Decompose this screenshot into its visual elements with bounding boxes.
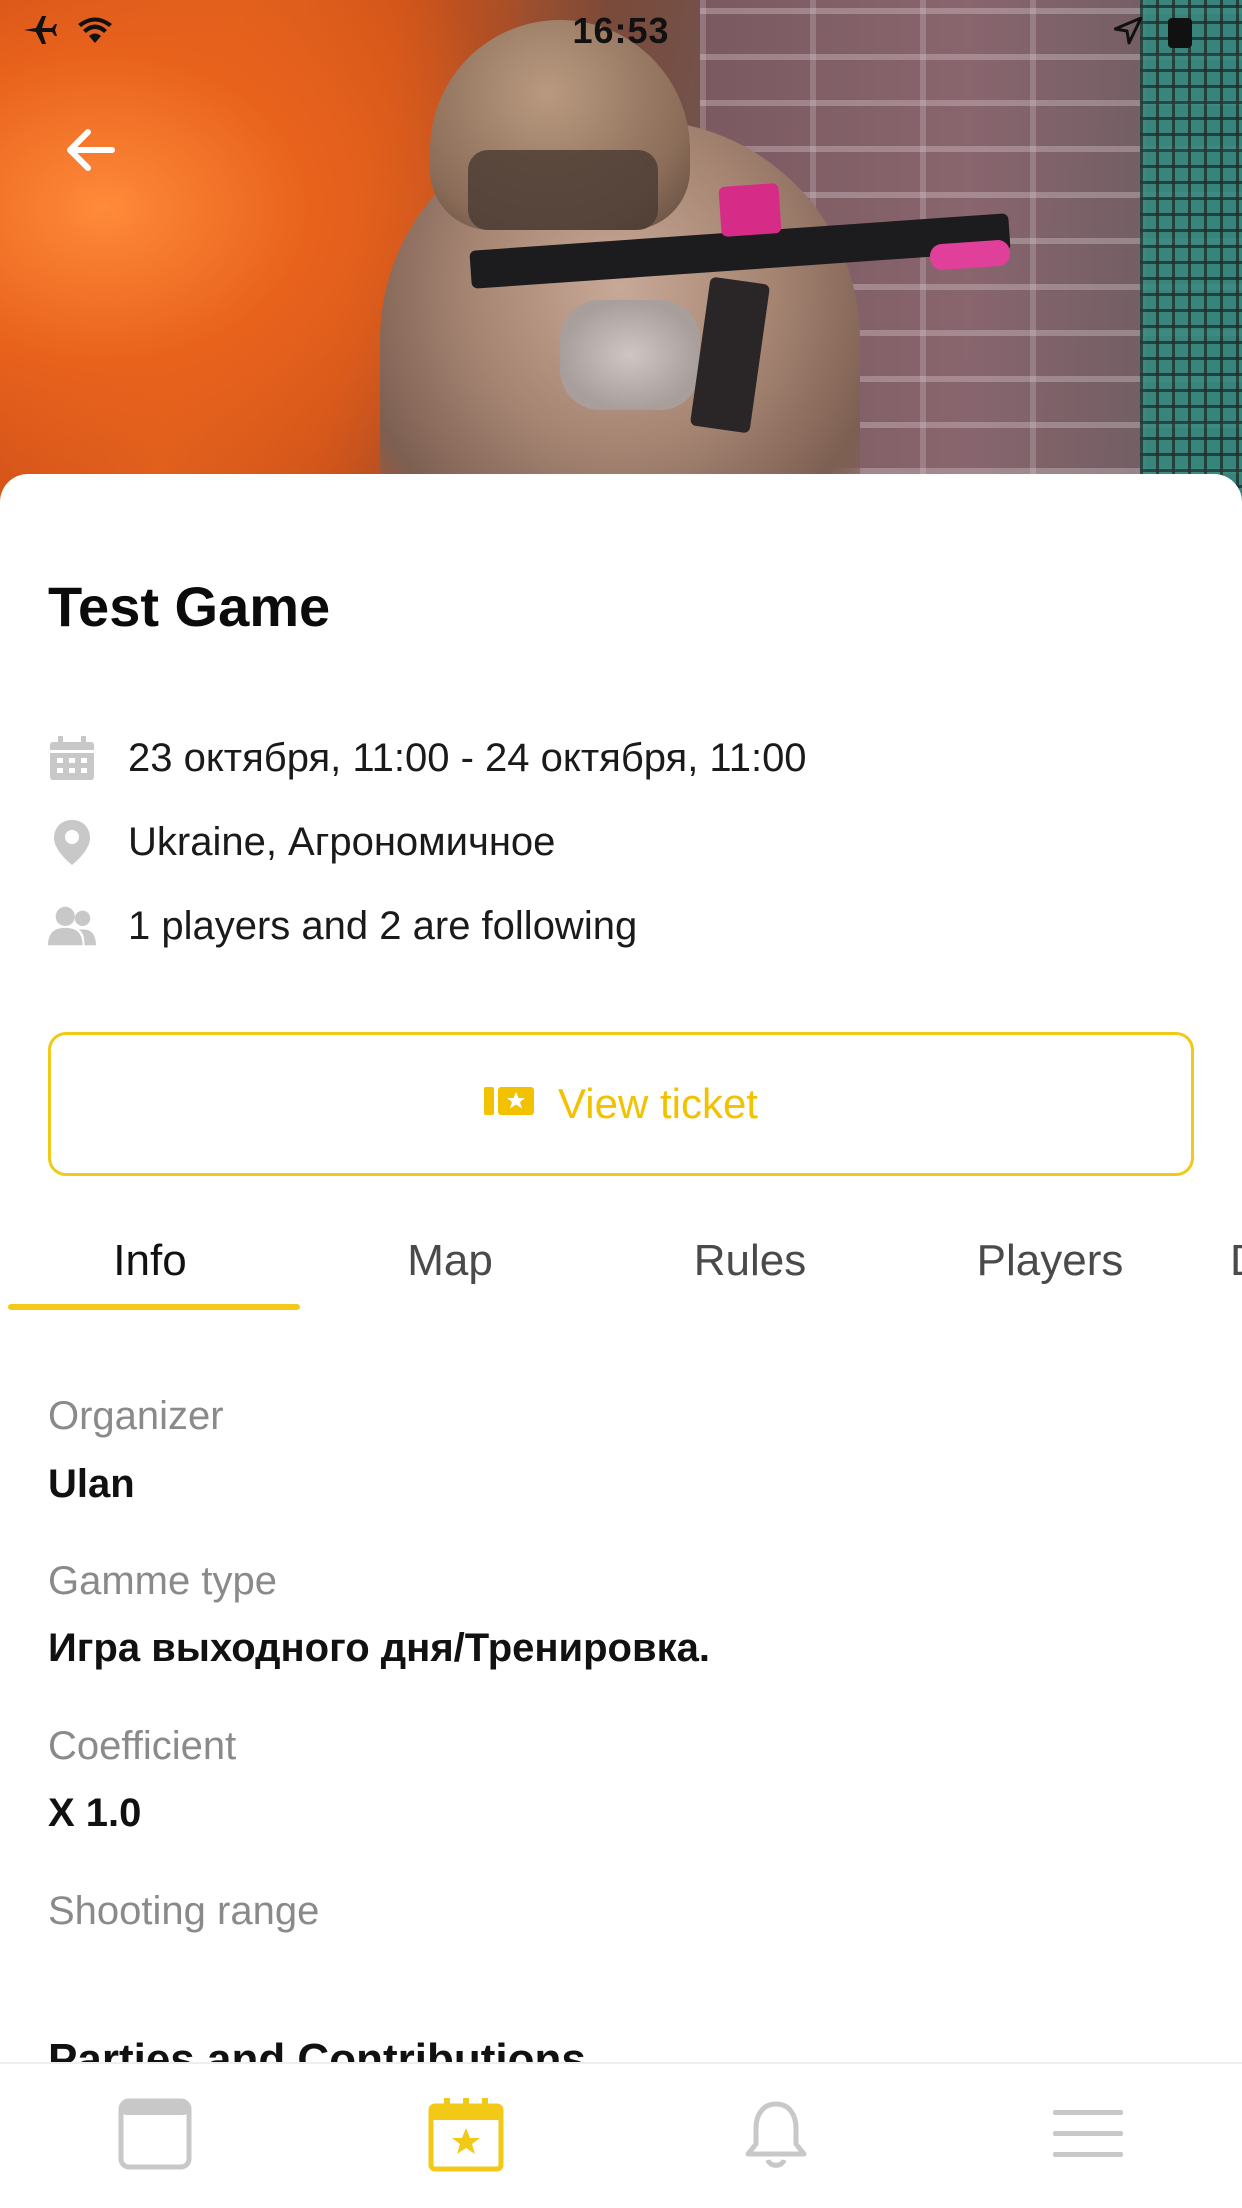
back-button[interactable]	[50, 110, 130, 190]
event-date-row: 23 октября, 11:00 - 24 октября, 11:00	[48, 734, 807, 782]
nav-feed[interactable]	[115, 2094, 195, 2174]
event-players: 1 players and 2 are following	[128, 903, 638, 948]
battery-icon	[1168, 18, 1192, 48]
game-type-value: Игра выходного дня/Тренировка.	[48, 1626, 710, 1670]
event-title: Test Game	[48, 575, 331, 638]
coefficient-value: X 1.0	[48, 1791, 142, 1835]
event-date: 23 октября, 11:00 - 24 октября, 11:00	[128, 735, 807, 780]
location-arrow-icon	[1113, 12, 1143, 54]
tab-players[interactable]: Players	[900, 1236, 1200, 1286]
tab-info[interactable]: Info	[0, 1236, 300, 1286]
calendar-star-icon	[428, 2098, 504, 2172]
people-icon	[48, 902, 96, 950]
location-pin-icon	[48, 818, 96, 866]
nav-notifications[interactable]	[736, 2094, 816, 2174]
browser-window-icon	[118, 2098, 192, 2170]
nav-events[interactable]	[426, 2094, 506, 2174]
event-detail-sheet: Test Game 23 октября, 11:00 - 24 октября…	[0, 474, 1242, 2208]
hero-image	[0, 0, 1242, 520]
event-location: Ukraine, Агрономичное	[128, 819, 556, 864]
menu-icon	[1053, 2110, 1123, 2157]
calendar-icon	[48, 734, 96, 782]
tab-bar: Info Map Rules Players D	[0, 1216, 1242, 1316]
game-type-label: Gamme type	[48, 1559, 277, 1603]
parties-contributions-title: Parties and Contributions	[48, 2035, 586, 2064]
status-time: 16:53	[572, 10, 670, 51]
coefficient-label: Coefficient	[48, 1724, 237, 1768]
event-players-row: 1 players and 2 are following	[48, 902, 637, 950]
tab-map[interactable]: Map	[300, 1236, 600, 1286]
organizer-value: Ulan	[48, 1462, 135, 1506]
status-bar: 16:53	[0, 0, 1242, 62]
active-tab-indicator	[8, 1304, 300, 1310]
event-location-row: Ukraine, Агрономичное	[48, 818, 555, 866]
view-ticket-label: View ticket	[558, 1080, 758, 1127]
tab-rules[interactable]: Rules	[600, 1236, 900, 1286]
ticket-icon	[484, 1080, 534, 1128]
nav-menu[interactable]	[1048, 2094, 1128, 2174]
tab-overflow[interactable]: D	[1230, 1236, 1242, 1286]
shooting-range-label: Shooting range	[48, 1889, 320, 1933]
organizer-label: Organizer	[48, 1394, 224, 1438]
bell-icon	[745, 2101, 807, 2168]
view-ticket-button[interactable]: View ticket	[48, 1032, 1194, 1176]
bottom-nav	[0, 2062, 1242, 2208]
arrow-left-icon	[67, 129, 115, 171]
